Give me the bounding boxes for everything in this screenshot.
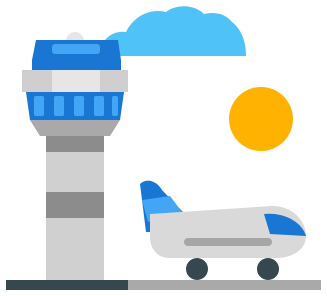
sun-icon (229, 87, 293, 151)
runway-ground (6, 280, 321, 290)
control-tower-icon (22, 32, 128, 280)
cloud-icon (100, 6, 246, 57)
airplane-icon (140, 180, 306, 280)
airport-illustration (0, 0, 327, 296)
